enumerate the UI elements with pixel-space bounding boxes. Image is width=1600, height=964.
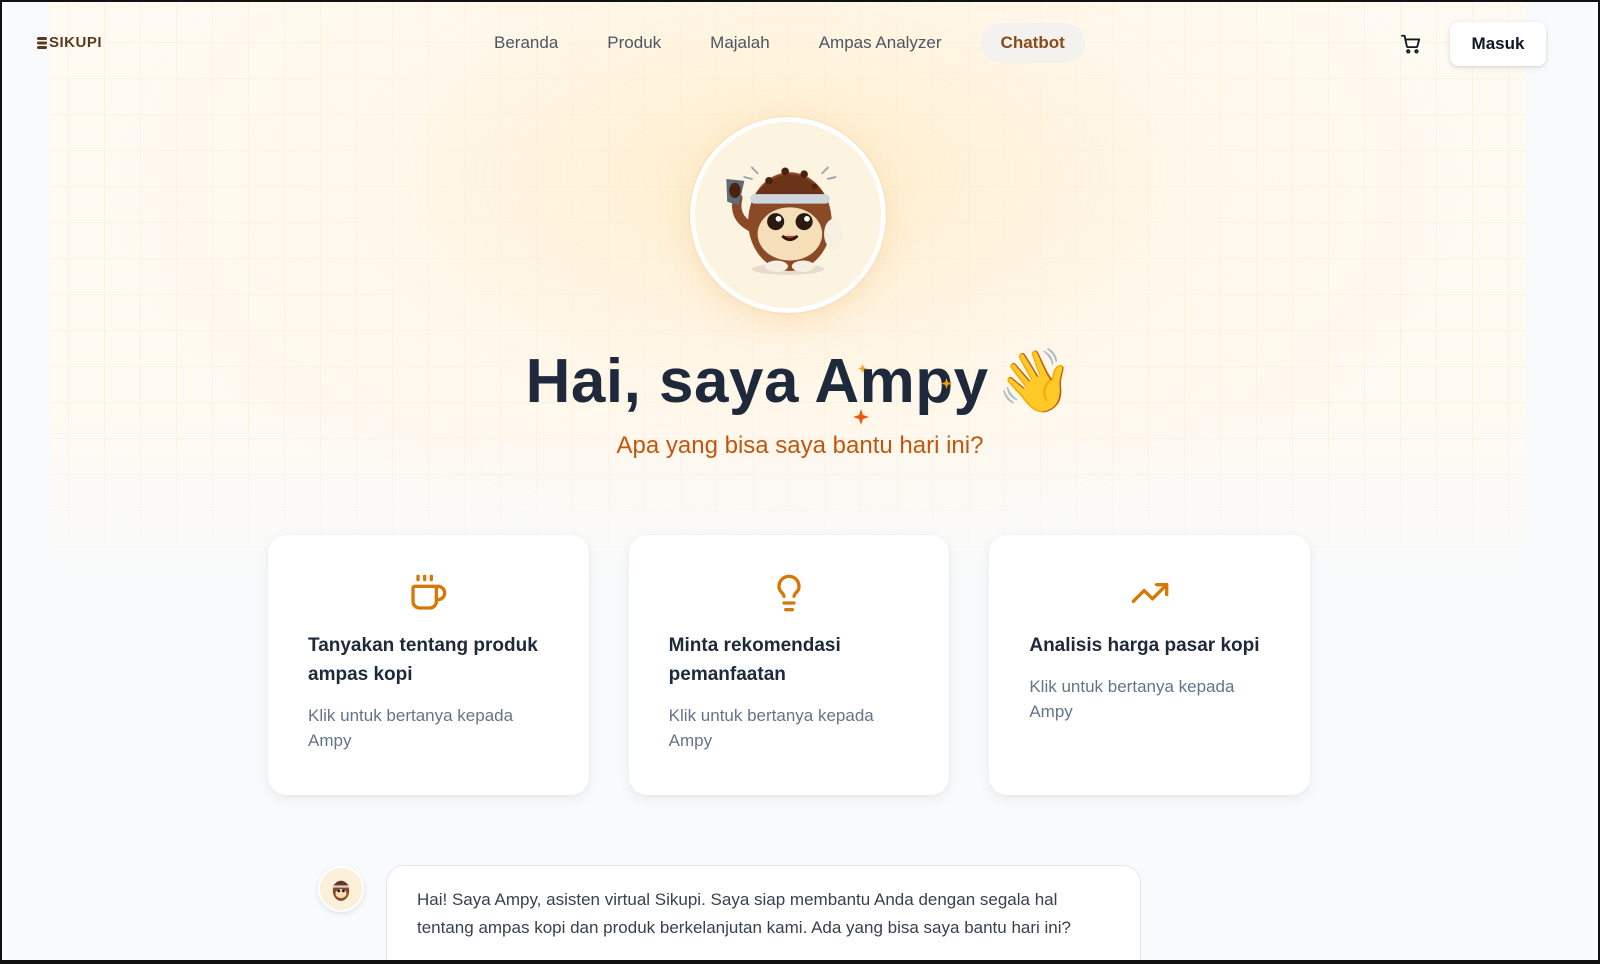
card-subtitle: Klik untuk bertanya kepada Ampy bbox=[668, 706, 874, 750]
ampy-mascot-icon bbox=[320, 868, 362, 910]
card-title: Tanyakan tentang produk ampas kopi bbox=[308, 635, 538, 685]
card-subtitle: Klik untuk bertanya kepada Ampy bbox=[1029, 677, 1235, 721]
brand-logo[interactable]: SIKUPI bbox=[37, 34, 102, 51]
nav-item-beranda[interactable]: Beranda bbox=[478, 23, 574, 63]
suggestion-card-recommendation[interactable]: Minta rekomendasi pemanfaatan Klik untuk… bbox=[628, 535, 950, 795]
sparkle-icon bbox=[941, 378, 952, 389]
suggestion-cards: Tanyakan tentang produk ampas kopi Klik … bbox=[268, 535, 1311, 795]
nav-item-ampas-analyzer[interactable]: Ampas Analyzer bbox=[803, 23, 958, 63]
nav-item-majalah[interactable]: Majalah bbox=[694, 23, 786, 63]
coffee-bean-icon bbox=[37, 36, 47, 49]
chat-message-bubble: Hai! Saya Ampy, asisten virtual Sikupi. … bbox=[386, 865, 1141, 964]
card-title: Analisis harga pasar kopi bbox=[1029, 635, 1260, 656]
sparkle-icon bbox=[853, 409, 869, 425]
nav-item-chatbot[interactable]: Chatbot bbox=[980, 23, 1085, 63]
sparkle-icon bbox=[858, 364, 867, 373]
shopping-cart-icon bbox=[1400, 34, 1421, 54]
cart-button[interactable] bbox=[1398, 31, 1424, 57]
card-title: Minta rekomendasi pemanfaatan bbox=[668, 635, 841, 685]
suggestion-card-market-analysis[interactable]: Analisis harga pasar kopi Klik untuk ber… bbox=[989, 535, 1311, 795]
ampy-mascot-avatar bbox=[690, 117, 886, 313]
lightbulb-icon bbox=[777, 574, 801, 612]
waving-hand-icon: 👋 bbox=[996, 347, 1075, 416]
nav-item-produk[interactable]: Produk bbox=[591, 23, 677, 63]
coffee-cup-icon bbox=[411, 574, 447, 610]
suggestion-card-product[interactable]: Tanyakan tentang produk ampas kopi Klik … bbox=[268, 535, 589, 795]
brand-name: SIKUPI bbox=[49, 34, 103, 51]
ampy-mascot-icon bbox=[695, 122, 881, 308]
chat-avatar-ampy bbox=[318, 866, 364, 912]
site-header: SIKUPI Beranda Produk Majalah Ampas Anal… bbox=[0, 0, 1600, 86]
trending-up-icon bbox=[1131, 583, 1169, 603]
hero-title: Hai, saya Ampy 👋 bbox=[0, 345, 1600, 418]
card-subtitle: Klik untuk bertanya kepada Ampy bbox=[308, 706, 514, 750]
login-button[interactable]: Masuk bbox=[1450, 22, 1546, 66]
hero-subtitle: Apa yang bisa saya bantu hari ini? bbox=[616, 432, 984, 459]
main-nav: Beranda Produk Majalah Ampas Analyzer Ch… bbox=[478, 22, 1102, 64]
hero-title-text: Hai, saya Ampy bbox=[525, 347, 989, 416]
